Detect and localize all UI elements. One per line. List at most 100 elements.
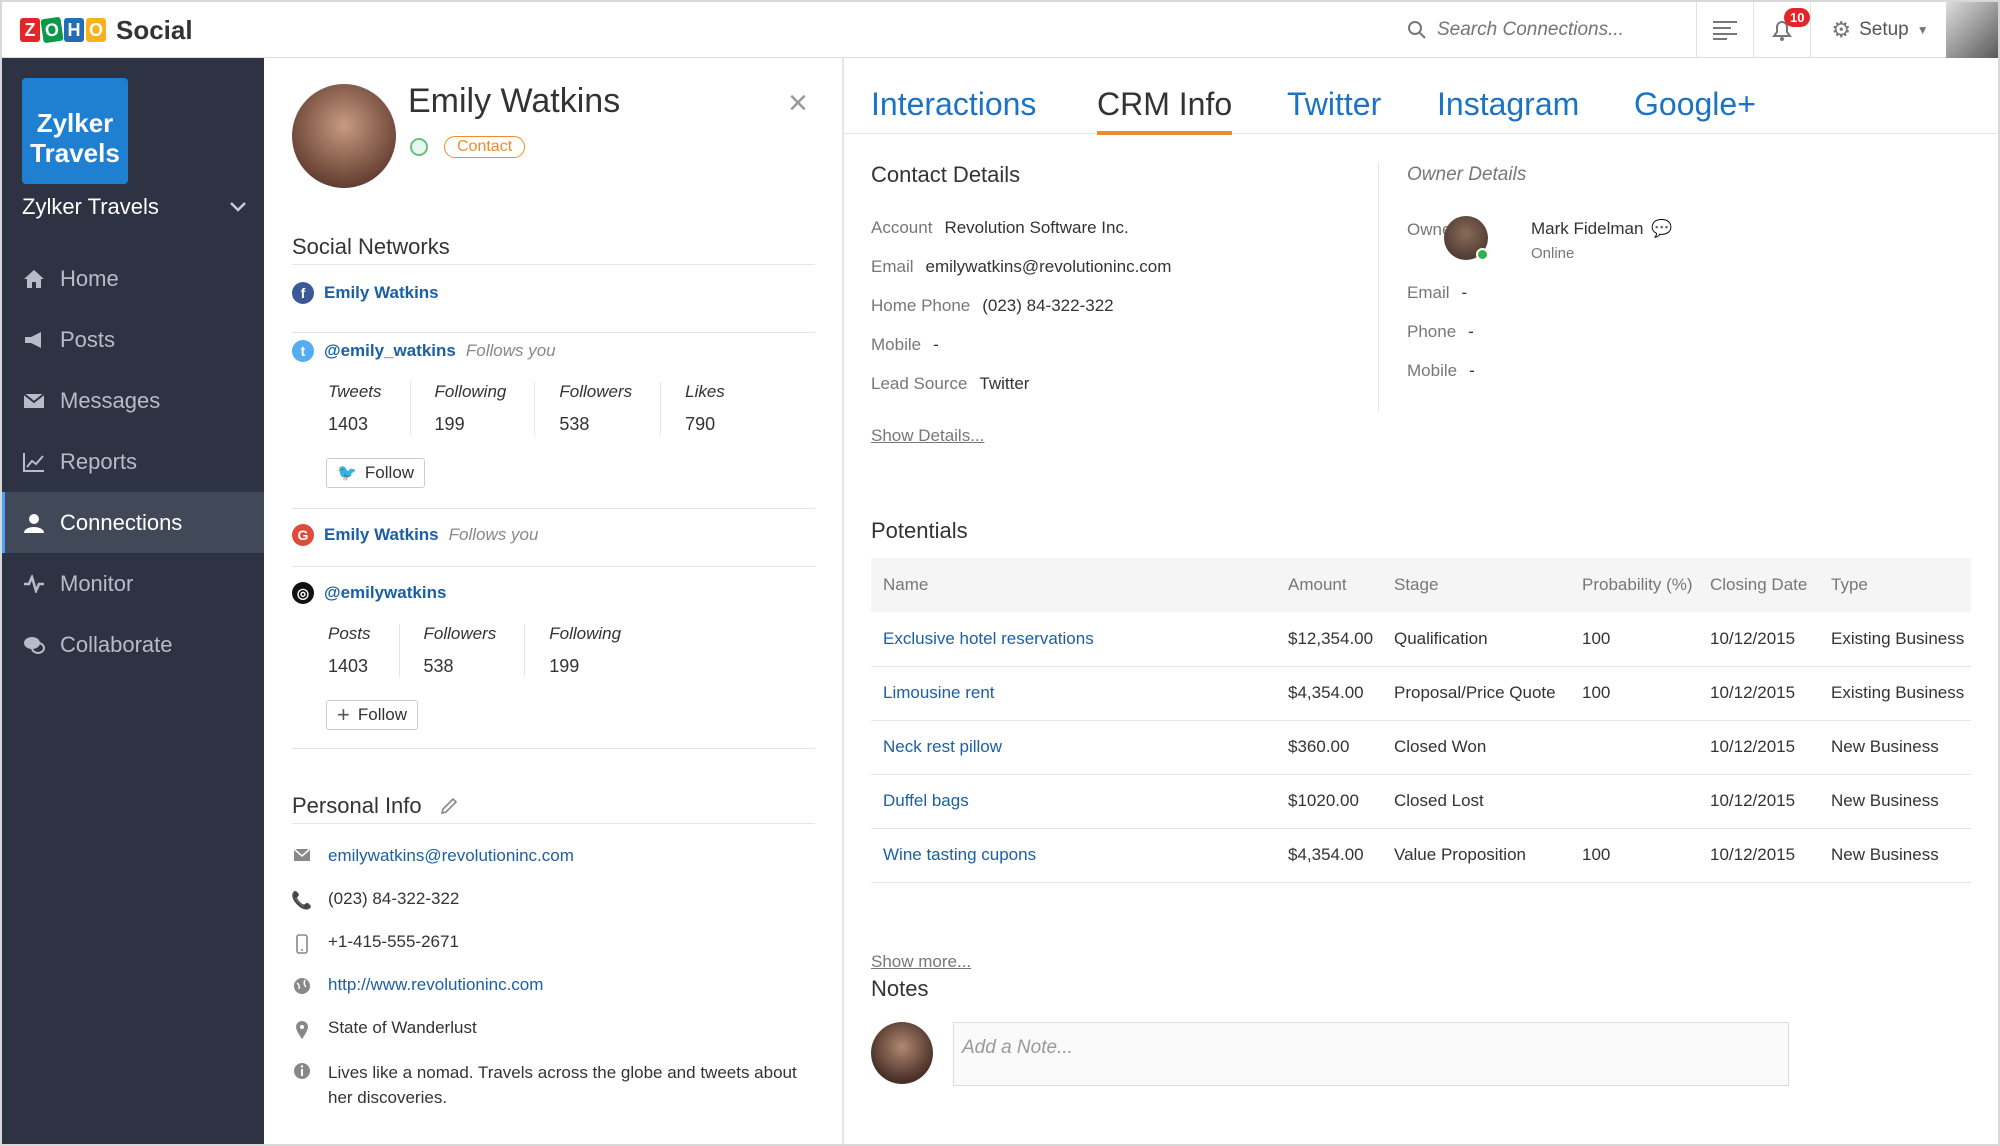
potential-name-link[interactable]: Neck rest pillow (871, 720, 1276, 775)
chat-icon (22, 635, 46, 655)
table-cell: Existing Business (1819, 612, 1971, 667)
personal-location: State of Wanderlust (328, 1018, 477, 1037)
field-value: - (1468, 322, 1474, 341)
sidebar-item-label: Collaborate (60, 631, 173, 657)
facebook-name[interactable]: Emily Watkins (324, 283, 439, 303)
sidebar-item-label: Reports (60, 448, 138, 474)
brand-switcher[interactable]: Zylker Travels (22, 194, 247, 220)
note-author-avatar (871, 1022, 933, 1084)
table-row[interactable]: Wine tasting cupons $4,354.00 Value Prop… (871, 828, 1971, 883)
stat-value: 1403 (328, 656, 369, 676)
sidebar-item-posts[interactable]: Posts (2, 309, 264, 370)
tab-twitter[interactable]: Twitter (1287, 86, 1381, 131)
instagram-handle[interactable]: @emilywatkins (324, 583, 446, 603)
sidebar-item-connections[interactable]: Connections (2, 492, 264, 553)
personal-website[interactable]: http://www.revolutioninc.com (328, 975, 543, 995)
info-icon (292, 1060, 312, 1080)
personal-phone-row: 📞 (023) 84-322-322 (291, 889, 459, 911)
personal-website-row: http://www.revolutioninc.com (292, 975, 543, 995)
column-header[interactable]: Amount (1276, 558, 1382, 612)
table-cell: $4,354.00 (1276, 828, 1382, 883)
stat-followers: Followers 538 (424, 624, 526, 677)
list-view-button[interactable] (1697, 2, 1753, 58)
phone-icon: 📞 (291, 891, 313, 910)
contact-email-link[interactable]: emilywatkins@revolutioninc.com (926, 257, 1172, 277)
field-value: - (933, 335, 939, 354)
sidebar-item-collaborate[interactable]: Collaborate (2, 614, 264, 675)
show-details-link[interactable]: Show Details... (871, 426, 984, 446)
brand-name: Zylker Travels (22, 194, 159, 219)
envelope-icon (22, 392, 46, 409)
column-header[interactable]: Stage (1382, 558, 1570, 612)
potential-name-link[interactable]: Exclusive hotel reservations (871, 612, 1276, 667)
stat-label: Likes (685, 382, 725, 401)
show-more-link[interactable]: Show more... (871, 952, 971, 972)
column-header[interactable]: Probability (%) (1570, 558, 1698, 612)
divider (292, 508, 815, 509)
sidebar-item-reports[interactable]: Reports (2, 431, 264, 492)
sidebar-item-label: Posts (60, 326, 116, 352)
field-label: Email (1407, 283, 1450, 302)
stat-value: 199 (434, 414, 465, 434)
potential-name-link[interactable]: Limousine rent (871, 666, 1276, 721)
logo-letter: O (86, 18, 106, 42)
potential-name-link[interactable]: Duffel bags (871, 774, 1276, 829)
pencil-icon[interactable] (440, 797, 458, 815)
google-name[interactable]: Emily Watkins (324, 525, 439, 545)
table-cell: Proposal/Price Quote (1382, 666, 1570, 721)
stat-followers: Followers 538 (559, 382, 662, 435)
sidebar: Zylker Travels Zylker Travels Home Posts… (2, 58, 264, 1144)
owner-mobile-row: Mobile - (1407, 361, 1475, 381)
twitter-follow-button[interactable]: 🐦 Follow (326, 458, 426, 488)
table-row[interactable]: Neck rest pillow $360.00 Closed Won 10/1… (871, 720, 1971, 775)
app-logo[interactable]: Z O H O Social (20, 12, 193, 48)
follows-you-label: Follows you (448, 525, 539, 544)
search-input[interactable] (1437, 19, 1677, 41)
instagram-stats: Posts 1403 Followers 538 Following 199 (328, 624, 673, 677)
personal-email-row: emilywatkins@revolutioninc.com (292, 846, 574, 866)
setup-menu[interactable]: ⚙ Setup ▼ (1811, 2, 1949, 58)
user-avatar[interactable] (1946, 2, 1998, 58)
instagram-row: ◎ @emilywatkins (292, 582, 446, 604)
sidebar-item-monitor[interactable]: Monitor (2, 553, 264, 614)
notifications-button[interactable]: 10 (1754, 2, 1811, 58)
table-row[interactable]: Duffel bags $1020.00 Closed Lost 10/12/2… (871, 774, 1971, 829)
chat-bubble-icon[interactable]: 💬 (1651, 219, 1672, 239)
tab-interactions[interactable]: Interactions (871, 86, 1036, 131)
sidebar-item-messages[interactable]: Messages (2, 370, 264, 431)
logo-letter: Z (20, 18, 40, 42)
close-icon[interactable]: × (788, 86, 808, 120)
tab-google-plus[interactable]: Google+ (1634, 86, 1756, 131)
column-header[interactable]: Type (1819, 558, 1971, 612)
google-plus-icon: G (292, 524, 314, 546)
contact-lead-source-row: Lead Source Twitter (871, 374, 1029, 394)
table-header-row: Name Amount Stage Probability (%) Closin… (871, 558, 1971, 612)
tab-instagram[interactable]: Instagram (1437, 86, 1579, 131)
chevron-down-icon (230, 202, 246, 212)
personal-email[interactable]: emilywatkins@revolutioninc.com (328, 846, 574, 866)
sidebar-item-home[interactable]: Home (2, 248, 264, 309)
column-divider (1378, 162, 1379, 412)
potential-name-link[interactable]: Wine tasting cupons (871, 828, 1276, 883)
table-row[interactable]: Limousine rent $4,354.00 Proposal/Price … (871, 666, 1971, 721)
contact-tag[interactable]: Contact (444, 136, 526, 158)
table-cell: 100 (1570, 666, 1698, 721)
add-note-input[interactable]: Add a Note... (953, 1022, 1789, 1086)
potentials-title: Potentials (871, 518, 968, 543)
search-box[interactable] (1407, 12, 1697, 48)
personal-mobile: +1-415-555-2671 (328, 932, 459, 951)
personal-location-row: State of Wanderlust (292, 1018, 477, 1040)
table-row[interactable]: Exclusive hotel reservations $12,354.00 … (871, 612, 1971, 667)
app-window: Z O H O Social 10 ⚙ Setup ▼ (0, 0, 2000, 1146)
column-header[interactable]: Closing Date (1698, 558, 1819, 612)
tab-crm-info[interactable]: CRM Info (1097, 86, 1233, 135)
table-cell: 10/12/2015 (1698, 720, 1819, 775)
sidebar-nav: Home Posts Messages Reports Connections … (2, 248, 264, 675)
profile-name: Emily Watkins (408, 82, 621, 120)
column-header[interactable]: Name (871, 558, 1276, 612)
table-cell: $4,354.00 (1276, 666, 1382, 721)
table-cell: $1020.00 (1276, 774, 1382, 829)
instagram-follow-button[interactable]: + Follow (326, 700, 418, 730)
twitter-handle[interactable]: @emily_watkins (324, 341, 456, 361)
zoho-logo: Z O H O (20, 16, 106, 44)
